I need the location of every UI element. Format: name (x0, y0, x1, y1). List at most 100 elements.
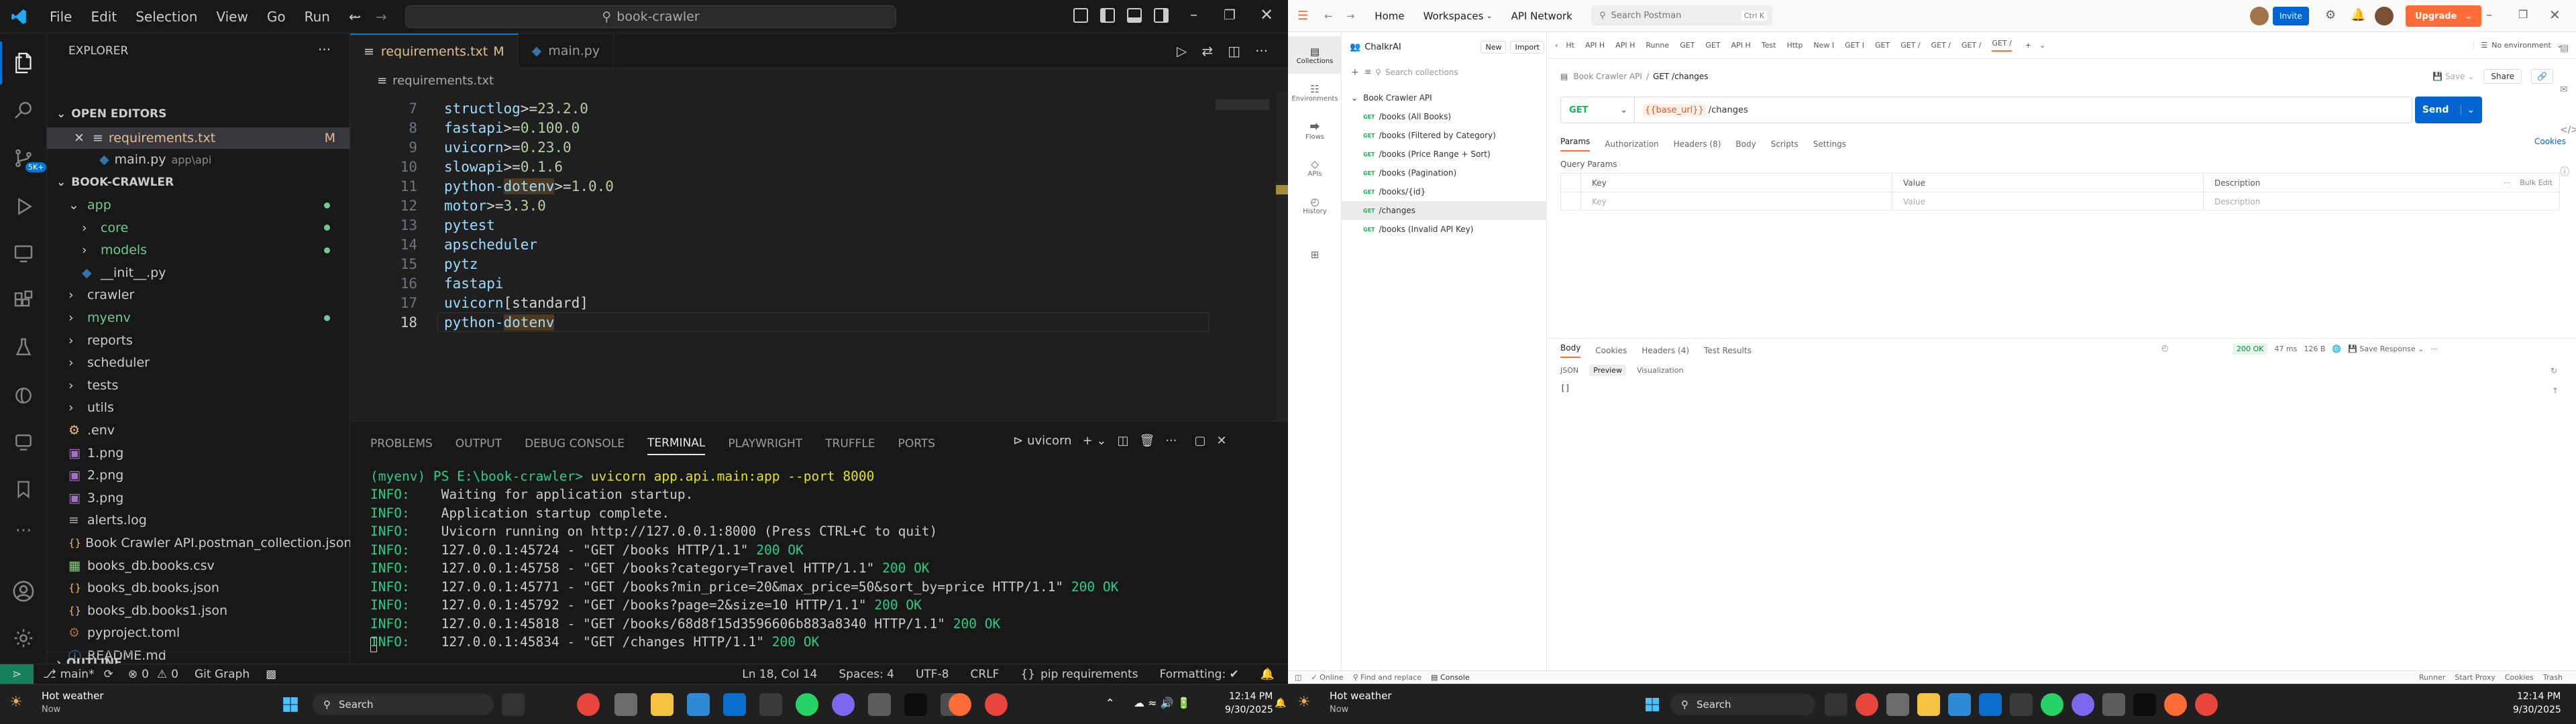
task-view-icon[interactable] (1825, 693, 1847, 716)
file-explorer-icon[interactable] (651, 693, 674, 716)
filter-icon[interactable]: ≡ (1364, 67, 1371, 76)
request-tab[interactable]: New I (1813, 41, 1834, 50)
close-window-icon[interactable]: ✕ (1260, 5, 1273, 24)
app-icon[interactable] (614, 693, 637, 716)
source-control-icon[interactable]: 5K+ (0, 137, 47, 180)
config-tab-body[interactable]: Body (1735, 139, 1756, 149)
file-item[interactable]: ◆ __init__.py (47, 262, 350, 284)
file-explorer-icon[interactable] (1917, 693, 1940, 716)
line-ending[interactable]: CRLF (971, 668, 1000, 681)
explorer-more-icon[interactable]: ··· (318, 42, 331, 58)
project-header[interactable]: ⌄ BOOK-CRAWLER (47, 172, 350, 193)
notification-icon[interactable]: 🔔 (1275, 698, 1286, 709)
language-mode[interactable]: pip requirements (1040, 668, 1138, 681)
more-views-icon[interactable]: ··· (0, 509, 47, 552)
notifications-bell-icon[interactable]: 🔔 (1260, 668, 1275, 681)
open-editors-header[interactable]: ⌄ OPEN EDITORS (47, 103, 350, 125)
sidebar-history[interactable]: ◴ History (1288, 186, 1342, 224)
explorer-icon[interactable] (0, 42, 47, 84)
minimize-icon[interactable]: – (2486, 8, 2492, 22)
weather-text[interactable]: Hot weather (42, 690, 104, 702)
back-arrow-icon[interactable]: ← (1324, 10, 1333, 22)
encoding[interactable]: UTF-8 (916, 668, 949, 681)
request-tab[interactable]: Ht (1566, 41, 1574, 50)
profile-avatar[interactable] (2375, 7, 2394, 25)
vscode-taskbar-icon[interactable] (1948, 693, 1971, 716)
file-item[interactable]: ≡ alerts.log (47, 509, 350, 531)
code-icon[interactable]: </> (2560, 125, 2576, 135)
response-size[interactable]: 126 B (2304, 345, 2325, 353)
wrap-icon[interactable]: ↻ (2551, 366, 2557, 375)
invite-button[interactable]: Invite (2273, 7, 2309, 25)
vscode-taskbar-icon[interactable] (687, 693, 710, 716)
indentation[interactable]: Spaces: 4 (839, 668, 894, 681)
request-tab[interactable]: Http (1786, 41, 1803, 50)
tray-icons[interactable]: ☁ ≈ 🔊 🔋 (1134, 697, 1191, 709)
vscode-insiders-icon[interactable] (723, 693, 746, 716)
folder-item[interactable]: › models (47, 239, 350, 261)
tray-chevron-icon[interactable]: ⌃ (1106, 697, 1114, 709)
compare-icon[interactable]: ⇄ (1201, 43, 1213, 59)
request-item[interactable]: GET/books (Filtered by Category) (1342, 126, 1547, 145)
folder-item[interactable]: › utils (47, 397, 350, 418)
secondary-sidebar-icon[interactable] (1154, 8, 1169, 23)
new-terminal-icon[interactable]: + ⌄ (1083, 434, 1107, 448)
testing-icon[interactable] (0, 326, 47, 369)
save-button[interactable]: 💾 Save ⌄ (2432, 72, 2474, 81)
request-tab[interactable]: GET (1875, 41, 1890, 50)
terminal-taskbar-icon[interactable] (2010, 693, 2033, 716)
menu-item[interactable]: View (216, 9, 248, 25)
app2-icon[interactable] (2102, 693, 2125, 716)
sync-icon[interactable]: ⟳ (104, 668, 113, 681)
clock-date[interactable]: 9/30/2025 (1225, 705, 1273, 715)
trash-icon[interactable]: 🗑 (1139, 434, 1155, 448)
panel-more-icon[interactable]: ··· (1165, 434, 1177, 448)
chrome2-icon[interactable] (2195, 693, 2218, 716)
more-icon[interactable]: ⊞ (1288, 236, 1342, 274)
panel-tab-debug-console[interactable]: DEBUG CONSOLE (525, 437, 625, 455)
sidebar-toggle-icon[interactable] (1100, 8, 1115, 23)
bell-icon[interactable]: 🔔 (2351, 8, 2365, 22)
chrome-icon[interactable] (577, 693, 600, 716)
folder-item[interactable]: › core (47, 217, 350, 239)
postman-taskbar-icon[interactable] (2164, 693, 2187, 716)
remote-explorer-icon[interactable] (0, 232, 47, 275)
menu-item[interactable]: Run (305, 9, 330, 25)
find-replace[interactable]: ⚲ Find and replace (1353, 673, 1421, 682)
open-editor-item[interactable]: ✕ ≡ requirements.txt M (47, 127, 350, 149)
request-tab[interactable]: GET / (1900, 41, 1920, 50)
menu-item[interactable]: Edit (91, 9, 117, 25)
share-button[interactable]: Share (2483, 69, 2522, 84)
request-item[interactable]: GET/books/{id} (1342, 182, 1547, 201)
request-tab[interactable]: Runne (1646, 41, 1669, 50)
workspace-name[interactable]: ChalkrAI (1364, 42, 1401, 52)
search-view-icon[interactable] (0, 88, 47, 131)
breadcrumb-collection[interactable]: Book Crawler API (1573, 72, 1642, 81)
panel-tab-ports[interactable]: PORTS (898, 437, 935, 455)
config-tab-scripts[interactable]: Scripts (1771, 139, 1799, 149)
view-tab-json[interactable]: JSON (1560, 366, 1578, 375)
breadcrumb-request[interactable]: GET /changes (1653, 72, 1708, 81)
view-tab-preview[interactable]: Preview (1589, 365, 1626, 376)
panel-tab-terminal[interactable]: TERMINAL (647, 436, 706, 455)
environment-selector[interactable]: ☰ No environment ⌄ (2473, 41, 2563, 50)
console-button[interactable]: ▤ Console (1431, 673, 1470, 682)
api-network-link[interactable]: API Network (1511, 10, 1572, 22)
param-value-input[interactable]: Value (1892, 192, 2204, 210)
file-item[interactable]: ▣ 3.png (47, 487, 350, 509)
bookmark-icon[interactable] (0, 468, 47, 511)
info-icon[interactable]: ⓘ (2560, 165, 2569, 178)
restore-icon[interactable]: ❐ (1224, 7, 1236, 23)
restore-icon[interactable]: ❐ (2518, 8, 2528, 21)
response-time[interactable]: 47 ms (2274, 345, 2297, 353)
scroll-top-icon[interactable]: ↑ (2552, 386, 2559, 396)
request-item[interactable]: GET/books (Invalid API Key) (1342, 220, 1547, 239)
task-view-icon[interactable] (502, 693, 525, 716)
terminal-instance[interactable]: ⊳ uvicorn (1013, 434, 1072, 448)
add-collection-icon[interactable]: + (1351, 67, 1359, 78)
windows-start-icon[interactable] (279, 693, 302, 716)
editor-scrollbar[interactable] (1276, 93, 1288, 421)
forward-arrow-icon[interactable]: → (376, 9, 387, 25)
bulk-edit-button[interactable]: ··· Bulk Edit (2504, 178, 2553, 187)
open-editor-item[interactable]: ◆ main.py app\api (47, 149, 350, 170)
